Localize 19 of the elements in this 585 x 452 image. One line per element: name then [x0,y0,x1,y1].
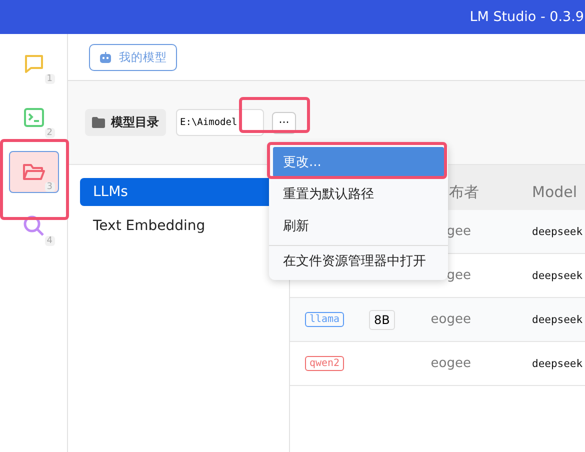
nav-badge: 4 [44,236,54,246]
model-tag: llama [305,312,344,327]
table-cell: deepseek [532,314,583,326]
window-title: LM Studio - 0.3.9 [470,9,584,25]
table-cell-text: eogee [430,356,471,371]
table-cell-text: gee [446,268,471,283]
model-tag: qwen2 [305,356,344,371]
table-cell-text: eogee [430,312,471,327]
column-header: Model [532,183,578,201]
nav-badge: 3 [44,182,54,192]
column-header: 布者 [449,182,479,200]
nav-badge: 2 [44,128,54,138]
table-cell: deepseek [532,226,583,238]
nav-badge: 1 [44,74,54,84]
table-cell-text: gee [446,224,471,239]
table-cell: deepseek [532,270,583,282]
table-cell: deepseek [532,358,583,370]
size-label: 8B [369,310,395,330]
directory-label: 模型目录 [85,109,166,136]
